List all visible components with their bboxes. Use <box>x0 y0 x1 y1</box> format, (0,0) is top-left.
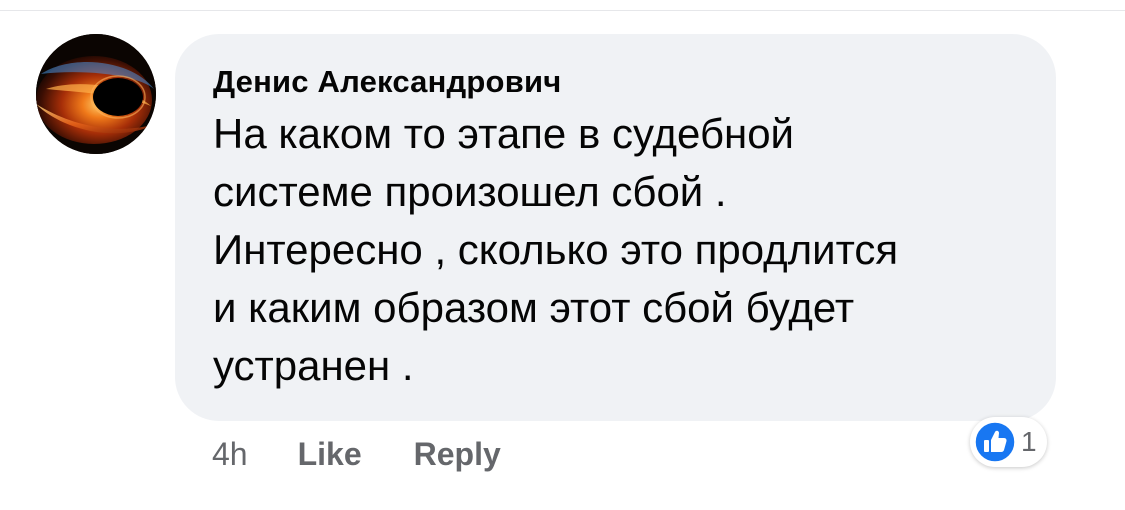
comment: Денис Александрович На каком то этапе в … <box>0 0 1125 510</box>
thumbs-up-icon <box>974 421 1016 463</box>
comment-text-line: На каком то этапе в судебной <box>213 110 795 157</box>
comment-text-line: Интересно , сколько это продлится <box>213 226 899 273</box>
reaction-count: 1 <box>1021 426 1037 457</box>
author-name[interactable]: Денис Александрович <box>213 64 1036 100</box>
reply-button[interactable]: Reply <box>414 436 501 473</box>
avatar[interactable] <box>36 34 156 154</box>
comment-text-line: устранен . <box>213 342 414 389</box>
comment-bubble: Денис Александрович На каком то этапе в … <box>175 34 1056 421</box>
avatar-image <box>36 34 156 154</box>
like-button[interactable]: Like <box>298 436 362 473</box>
comment-text: На каком то этапе в судебной системе про… <box>213 105 1036 395</box>
comment-actions: 4h Like Reply <box>212 434 501 474</box>
reactions-badge[interactable]: 1 <box>970 417 1047 467</box>
timestamp[interactable]: 4h <box>212 436 248 473</box>
comment-text-line: и каким образом этот сбой будет <box>213 284 855 331</box>
comment-text-line: системе произошел сбой . <box>213 168 727 215</box>
